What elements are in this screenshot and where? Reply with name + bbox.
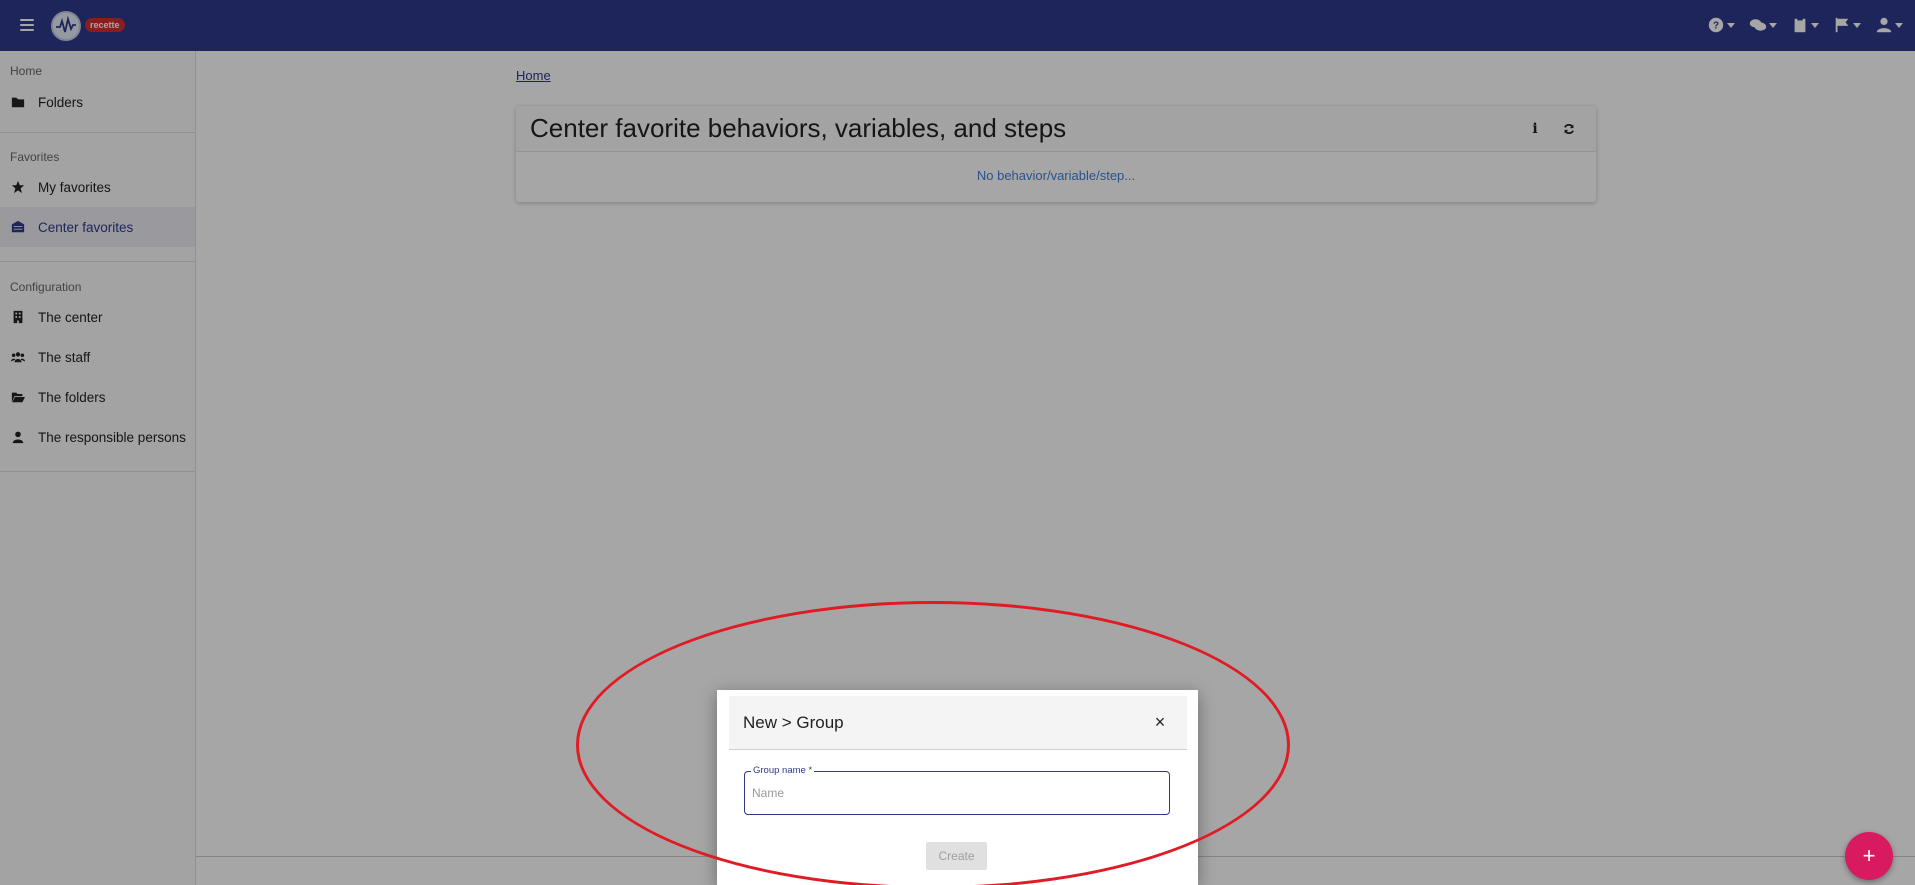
add-fab-button[interactable]: + <box>1845 832 1893 880</box>
group-name-input[interactable] <box>752 786 1162 800</box>
group-name-field: Group name * <box>744 765 1170 815</box>
dialog-title: New > Group <box>743 712 844 732</box>
dialog-header: New > Group × <box>729 696 1187 750</box>
close-button[interactable]: × <box>1145 708 1175 738</box>
create-button[interactable]: Create <box>926 842 987 870</box>
new-group-dialog: New > Group × Group name * Create <box>717 690 1198 885</box>
group-name-label: Group name * <box>751 765 815 776</box>
